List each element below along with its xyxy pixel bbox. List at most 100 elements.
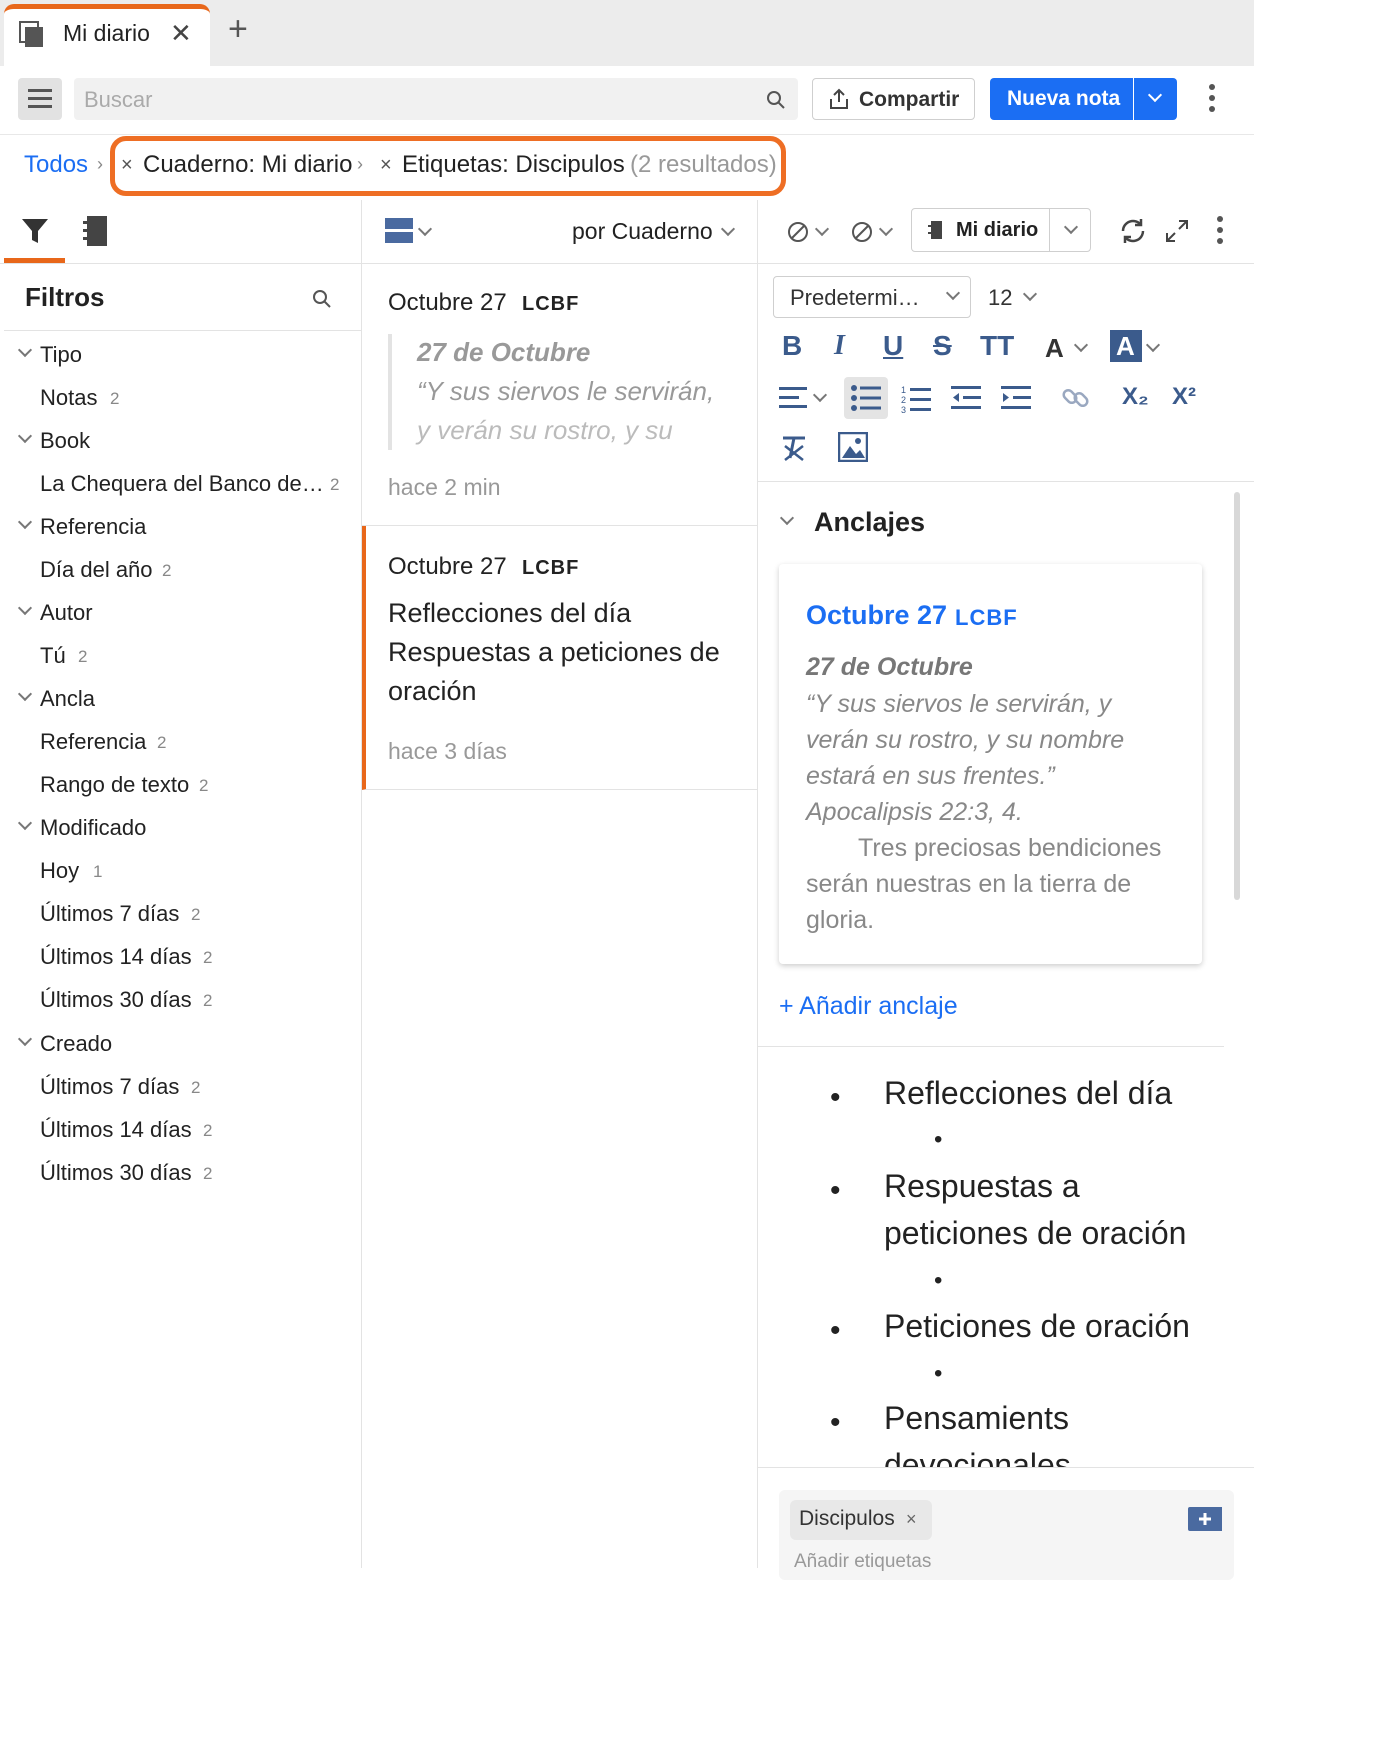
superscript-icon[interactable]: X² <box>1172 383 1196 411</box>
filter-item[interactable]: Día del año <box>40 557 153 583</box>
filter-group-creado[interactable]: Creado <box>40 1031 112 1057</box>
align-icon[interactable] <box>779 385 809 411</box>
filter-group-modificado[interactable]: Modificado <box>40 815 146 841</box>
tag-filter-chip[interactable]: Etiquetas: Discipulos <box>402 151 625 179</box>
underline-icon[interactable]: U <box>883 330 903 362</box>
remove-notebook-filter-icon[interactable]: × <box>121 154 133 177</box>
font-family-select[interactable]: Predetermi… <box>773 276 971 318</box>
text-size-icon[interactable]: TT <box>980 330 1014 362</box>
chevron-down-icon[interactable] <box>1073 337 1089 353</box>
chevron-down-icon[interactable] <box>17 1031 33 1047</box>
filter-item[interactable]: Últimos 14 días <box>40 1117 192 1143</box>
chevron-down-icon[interactable] <box>17 686 33 702</box>
editor-scrollbar[interactable] <box>1234 492 1240 900</box>
subscript-icon[interactable]: X₂ <box>1122 383 1149 411</box>
filter-count: 2 <box>203 948 213 967</box>
anchor-title[interactable]: Octubre 27 <box>806 600 947 631</box>
more-options-icon[interactable] <box>1214 216 1226 248</box>
strikethrough-icon[interactable]: S <box>933 330 952 362</box>
filter-group-autor[interactable]: Autor <box>40 600 93 626</box>
anchor-card[interactable]: Octubre 27 LCBF 27 de Octubre “Y sus sie… <box>779 564 1202 964</box>
filter-group-referencia[interactable]: Referencia <box>40 514 146 540</box>
more-options-icon[interactable] <box>1206 84 1218 116</box>
note-timestamp: hace 2 min <box>388 474 501 500</box>
filter-item[interactable]: Rango de texto <box>40 772 189 798</box>
filter-item[interactable]: Últimos 7 días <box>40 1074 179 1100</box>
highlight-none-icon[interactable] <box>786 220 810 244</box>
style-none-icon[interactable] <box>850 220 874 244</box>
remove-tag-icon[interactable]: × <box>906 1509 917 1530</box>
filter-item[interactable]: Notas <box>40 385 97 411</box>
filter-item[interactable]: Tú <box>40 643 66 669</box>
filter-item[interactable]: Últimos 30 días <box>40 1160 192 1186</box>
filter-group-ancla[interactable]: Ancla <box>40 686 95 712</box>
italic-icon[interactable]: I <box>834 330 845 362</box>
anchor-line: Apocalipsis 22:3, 4. <box>806 798 1023 826</box>
sync-icon[interactable] <box>1117 215 1149 247</box>
note-title: Octubre 27 <box>388 553 507 580</box>
sort-dropdown[interactable]: por Cuaderno <box>572 218 713 245</box>
note-body-line: Reflecciones del día <box>388 598 632 628</box>
anchor-body: serán nuestras en la tierra de <box>806 870 1132 898</box>
editor-body[interactable]: • Reflecciones del día • • Respuestas a … <box>758 1047 1234 1467</box>
notebook-selector[interactable]: Mi diario <box>911 208 1091 252</box>
clear-format-icon[interactable] <box>781 434 809 462</box>
font-color-icon[interactable]: A <box>1045 333 1064 364</box>
notebook-selector-label: Mi diario <box>956 219 1039 241</box>
filter-icon[interactable] <box>20 216 50 246</box>
new-tab-icon[interactable]: + <box>228 12 248 46</box>
search-icon[interactable] <box>312 289 332 309</box>
menu-button[interactable] <box>18 78 62 120</box>
share-button[interactable]: Compartir <box>812 78 975 120</box>
numbered-list-icon[interactable]: 1 2 3 <box>901 385 931 413</box>
tab-close-icon[interactable]: ✕ <box>170 18 192 49</box>
filter-item[interactable]: Últimos 14 días <box>40 944 192 970</box>
font-family-label: Predetermi… <box>790 285 920 310</box>
remove-tag-filter-icon[interactable]: × <box>380 154 392 177</box>
tab-title: Mi diario <box>63 20 150 46</box>
add-tags-input[interactable]: Añadir etiquetas <box>794 1551 931 1573</box>
highlight-color-icon[interactable]: A <box>1110 330 1142 362</box>
chevron-down-icon[interactable] <box>17 342 33 358</box>
chevron-down-icon[interactable] <box>17 815 33 831</box>
breadcrumb-all-link[interactable]: Todos <box>24 151 88 179</box>
link-icon[interactable] <box>1061 383 1091 413</box>
anchor-heading: 27 de Octubre <box>806 653 973 681</box>
add-tag-icon[interactable] <box>1186 1505 1224 1533</box>
search-input[interactable]: Buscar <box>74 78 798 120</box>
bullet-list-button[interactable] <box>844 377 888 419</box>
expand-icon[interactable] <box>1165 219 1189 243</box>
chevron-down-icon[interactable] <box>812 387 828 403</box>
view-layout-icon[interactable] <box>385 218 413 244</box>
chevron-down-icon[interactable] <box>1063 219 1079 235</box>
chevron-down-icon[interactable] <box>17 428 33 444</box>
chevron-down-icon[interactable] <box>1145 337 1161 353</box>
bullet-text: peticiones de oración <box>884 1215 1187 1251</box>
share-label: Compartir <box>859 88 960 111</box>
insert-image-icon[interactable] <box>838 432 868 462</box>
sidebar-tabs <box>0 200 361 264</box>
new-note-dropdown[interactable] <box>1134 78 1177 120</box>
filter-item[interactable]: Hoy <box>40 858 79 884</box>
chevron-down-icon[interactable] <box>1022 286 1038 302</box>
indent-icon[interactable] <box>1001 385 1031 411</box>
bullet-text: Respuestas a <box>884 1168 1080 1204</box>
outdent-icon[interactable] <box>951 385 981 411</box>
chevron-down-icon[interactable] <box>17 514 33 530</box>
chevron-down-icon[interactable] <box>17 600 33 616</box>
filter-item[interactable]: La Chequera del Banco de… <box>40 471 324 497</box>
notebook-filter-chip[interactable]: Cuaderno: Mi diario <box>143 151 352 179</box>
notebook-icon[interactable] <box>82 214 110 248</box>
filter-item[interactable]: Últimos 7 días <box>40 901 179 927</box>
tab-mi-diario[interactable]: Mi diario ✕ <box>4 4 210 68</box>
filter-item[interactable]: Referencia <box>40 729 146 755</box>
new-note-button[interactable]: Nueva nota <box>990 78 1133 120</box>
add-anchor-link[interactable]: + Añadir anclaje <box>779 992 958 1021</box>
filter-group-book[interactable]: Book <box>40 428 90 454</box>
font-size-select[interactable]: 12 <box>988 285 1012 311</box>
bold-icon[interactable]: B <box>782 330 802 362</box>
chevron-down-icon[interactable] <box>779 510 795 526</box>
filter-group-tipo[interactable]: Tipo <box>40 342 82 368</box>
filter-item[interactable]: Últimos 30 días <box>40 987 192 1013</box>
tag-chip[interactable]: Discipulos × <box>790 1500 932 1540</box>
